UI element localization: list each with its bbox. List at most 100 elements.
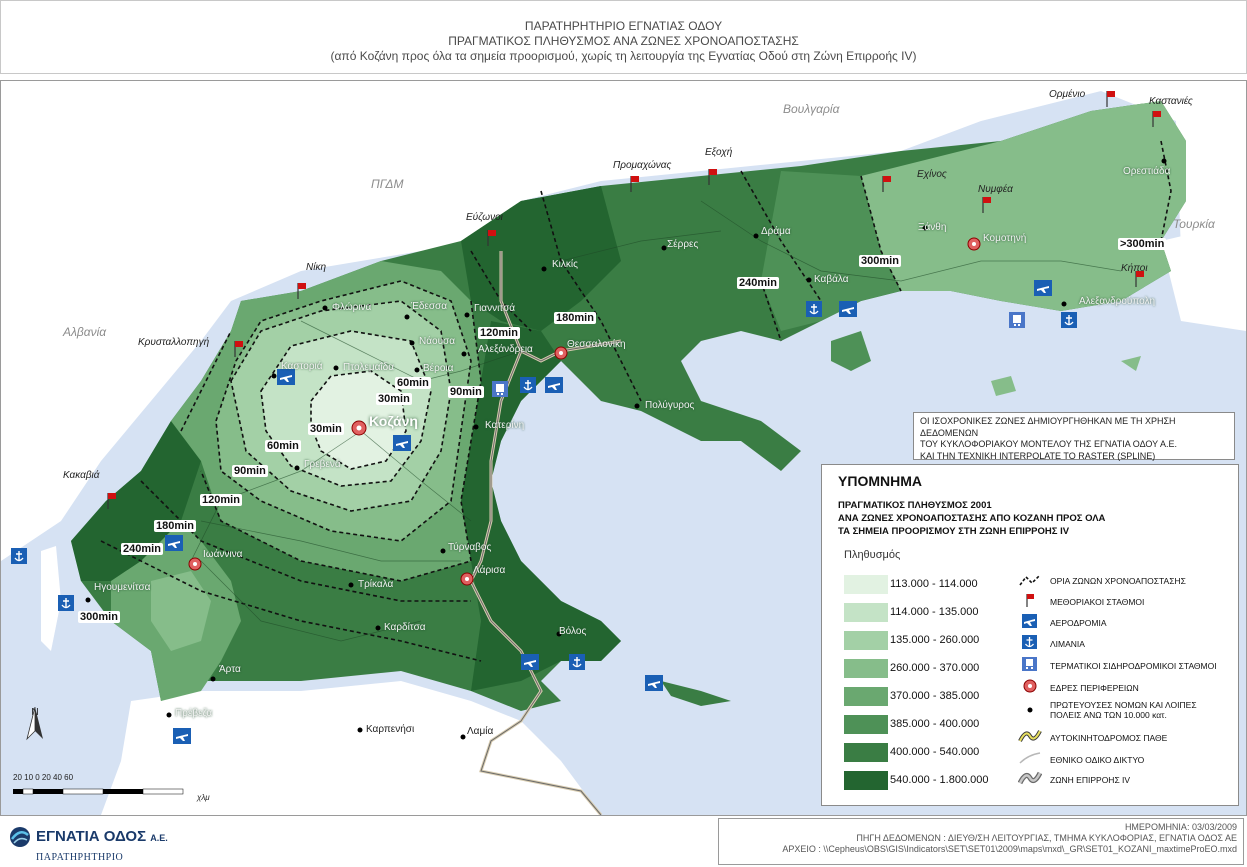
legend-class-2: 114.000 - 135.000 [890, 606, 979, 618]
logo-subtitle: ΠΑΡΑΤΗΡΗΤΗΡΙΟ [36, 852, 124, 863]
city-tyrnavos: Τύρναβος [448, 542, 492, 553]
border-kipoi: Κήποι [1121, 263, 1148, 274]
region-seat-icon [1023, 679, 1037, 693]
city-florina: Φλώρινα [332, 302, 372, 313]
legend-symbol-2: ΜΕΘΟΡΙΑΚΟΙ ΣΤΑΘΜΟΙ [1050, 597, 1145, 607]
legend-symbol-8: ΑΥΤΟΚΙΝΗΤΟΔΡΟΜΟΣ ΠΑΘΕ [1050, 733, 1168, 743]
country-bulgaria: Βουλγαρία [783, 102, 840, 116]
legend-class-4: 260.000 - 370.000 [890, 662, 980, 674]
legend-swatch-6 [844, 715, 888, 734]
influence-zone-icon [1018, 771, 1042, 785]
city-thessaloniki: Θεσσαλονίκη [567, 339, 626, 350]
scale-numbers: 20 10 0 20 40 60 [13, 773, 74, 782]
legend-swatch-1 [844, 575, 888, 594]
legend-symbol-3: ΑΕΡΟΔΡΟΜΙΑ [1050, 618, 1107, 628]
city-drama: Δράμα [761, 226, 791, 237]
country-albania: Αλβανία [63, 325, 107, 339]
zone-30min-west: 30min [308, 423, 344, 435]
city-kozani: Κοζάνη [369, 413, 418, 429]
city-ptolemaida: Πτολεμαΐδα [343, 362, 394, 373]
zone-300min-east: 300min [859, 255, 901, 267]
legend-swatch-7 [844, 743, 888, 762]
header-line-2: ΠΡΑΓΜΑΤΙΚΟΣ ΠΛΗΘΥΣΜΟΣ ΑΝΑ ΖΩΝΕΣ ΧΡΟΝΟΑΠΟ… [448, 34, 799, 48]
legend-symbol-6: ΕΔΡΕΣ ΠΕΡΙΦΕΡΕΙΩΝ [1050, 683, 1139, 693]
city-kastoria: Καστοριά [281, 361, 323, 372]
city-lamia: Λαμία [467, 726, 494, 737]
scale-bar-graphic [13, 788, 184, 795]
city-edessa: Έδεσσα [411, 301, 447, 312]
city-karpenisi: Καρπενήσι [366, 724, 415, 735]
country-turkey: Τουρκία [1173, 217, 1215, 231]
city-trikala: Τρίκαλα [358, 579, 394, 590]
header-line-3: (από Κοζάνη προς όλα τα σημεία προορισμο… [330, 49, 917, 63]
border-nymfea: Νυμφέα [978, 184, 1013, 195]
city-arta: Άρτα [219, 664, 241, 675]
note-line-3: ΚΑΙ ΤΗΝ ΤΕΧΝΙΚΗ INTERPOLATE TO RASTER (S… [920, 450, 1156, 461]
zone-90min-east: 90min [448, 386, 484, 398]
city-kavala: Καβάλα [814, 274, 849, 285]
legend-symbol-4: ΛΙΜΑΝΙΑ [1050, 639, 1085, 649]
zone-over-300min: >300min [1118, 238, 1167, 250]
legend-symbol-7: ΠΡΩΤΕΥΟΥΣΕΣ ΝΟΜΩΝ ΚΑΙ ΛΟΙΠΕΣ ΠΟΛΕΙΣ ΑΝΩ … [1050, 700, 1197, 720]
legend-class-7: 400.000 - 540.000 [890, 746, 980, 758]
border-ormenio: Ορμένιο [1049, 89, 1086, 100]
methodology-note: ΟΙ ΙΣΟΧΡΟΝΙΚΕΣ ΖΩΝΕΣ ΔΗΜΙΟΥΡΓΗΘΗΚΑΝ ΜΕ Τ… [913, 412, 1235, 461]
legend-class-3: 135.000 - 260.000 [890, 634, 980, 646]
border-kakavia: Κακαβιά [63, 470, 100, 481]
border-echinos: Εχίνος [917, 169, 947, 180]
legend-panel: ΥΠΟΜΝΗΜΑ ΠΡΑΓΜΑΤΙΚΟΣ ΠΛΗΘΥΣΜΟΣ 2001 ΑΝΑ … [821, 464, 1239, 806]
zone-120min-east: 120min [478, 327, 520, 339]
city-dot-icon [1027, 707, 1033, 713]
city-giannitsa: Γιαννιτσά [474, 303, 516, 314]
city-katerini: Κατερίνη [485, 420, 525, 431]
logo-name: ΕΓΝΑΤΙΑ ΟΔΟΣ Α.Ε. [36, 828, 168, 845]
city-karditsa: Καρδίτσα [384, 622, 426, 633]
legend-swatch-2 [844, 603, 888, 622]
map-header: ΠΑΡΑΤΗΡΗΤΗΡΙΟ ΕΓΝΑΤΙΑΣ ΟΔΟΥ ΠΡΑΓΜΑΤΙΚΟΣ … [0, 0, 1247, 74]
legend-class-5: 370.000 - 385.000 [890, 690, 980, 702]
border-kastanies: Καστανιές [1149, 96, 1193, 107]
legend-symbol-5: ΤΕΡΜΑΤΙΚΟΙ ΣΙΔΗΡΟΔΡΟΜΙΚΟΙ ΣΤΑΘΜΟΙ [1050, 661, 1217, 671]
logo-suffix: Α.Ε. [150, 833, 168, 843]
city-igoumenitsa: Ηγουμενίτσα [94, 582, 151, 593]
legend-subtitle-1: ΠΡΑΓΜΑΤΙΚΟΣ ΠΛΗΘΥΣΜΟΣ 2001 [838, 500, 992, 511]
city-kilkis: Κιλκίς [552, 259, 578, 270]
zone-60min-west: 60min [265, 440, 301, 452]
city-alexandroupoli: Αλεξανδρούπολη [1079, 296, 1156, 307]
zone-60min-east: 60min [395, 377, 431, 389]
zone-180min-west: 180min [154, 520, 196, 532]
legend-subtitle-3: ΤΑ ΣΗΜΕΙΑ ΠΡΟΟΡΙΣΜΟΥ ΣΤΗ ΖΩΝΗ ΕΠΙΡΡΟΗΣ I… [838, 526, 1070, 537]
legend-symbol-10: ΖΩΝΗ ΕΠΙΡΡΟΗΣ IV [1050, 775, 1131, 785]
zone-180min-east: 180min [554, 312, 596, 324]
country-fyrom: ΠΓΔΜ [371, 177, 404, 191]
city-polygyros: Πολύγυρος [645, 400, 695, 411]
zone-90min-west: 90min [232, 465, 268, 477]
city-alexandreia: Αλεξάνδρεια [478, 344, 533, 355]
legend-symbol-9: ΕΘΝΙΚΟ ΟΔΙΚΟ ΔΙΚΤΥΟ [1050, 755, 1145, 765]
city-veroia: Βέροια [423, 363, 454, 374]
border-krystallopigi: Κρυσταλλοπηγή [138, 337, 210, 348]
city-naousa: Νάουσα [419, 336, 455, 347]
train-icon [1022, 657, 1037, 671]
border-exochi: Εξοχή [705, 147, 733, 158]
legend-class-6: 385.000 - 400.000 [890, 718, 980, 730]
footer-file: ΑΡΧΕΙΟ : \\Cepheus\OBS\GIS\Indicators\SE… [782, 844, 1237, 854]
north-arrow-icon [26, 707, 43, 741]
note-line-1: ΟΙ ΙΣΟΧΡΟΝΙΚΕΣ ΖΩΝΕΣ ΔΗΜΙΟΥΡΓΗΘΗΚΑΝ ΜΕ Τ… [920, 416, 1176, 438]
border-niki: Νίκη [306, 262, 326, 273]
airplane-icon [1022, 614, 1037, 628]
dashed-boundary-icon [1019, 574, 1041, 586]
legend-class-8: 540.000 - 1.800.000 [890, 774, 989, 786]
egnatia-logo-icon [10, 827, 30, 847]
city-xanthi: Ξάνθη [918, 222, 947, 233]
border-promachonas: Προμαχώνας [613, 160, 672, 171]
city-volos: Βόλος [559, 626, 587, 637]
legend-class-1: 113.000 - 114.000 [890, 578, 978, 590]
zone-300min-west: 300min [78, 611, 120, 623]
city-ioannina: Ιωάννινα [203, 549, 243, 560]
population-heading: Πληθυσμός [844, 549, 901, 561]
legend-swatch-3 [844, 631, 888, 650]
legend-symbol-1: ΟΡΙΑ ΖΩΝΩΝ ΧΡΟΝΟΑΠΟΣΤΑΣΗΣ [1050, 576, 1186, 586]
city-grevena: Γρεβενά [304, 459, 341, 470]
zone-240min-east: 240min [737, 277, 779, 289]
